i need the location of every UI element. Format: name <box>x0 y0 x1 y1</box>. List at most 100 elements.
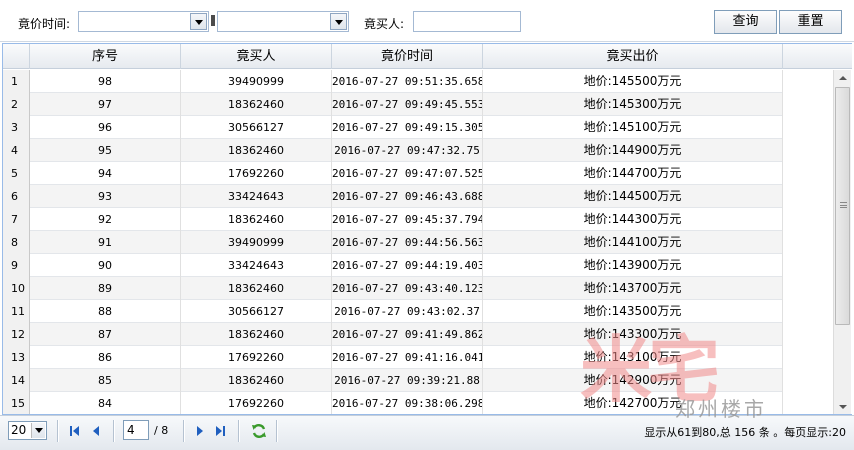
bid-price-cell: 地价:142700万元 <box>483 392 783 414</box>
bid-price-cell: 地价:143300万元 <box>483 323 783 346</box>
next-page-icon[interactable] <box>193 424 207 438</box>
table-row[interactable]: 15 84 17692260 2016-07-27 09:38:06.298 地价:14… <box>3 392 783 414</box>
seq-cell: 88 <box>30 300 181 323</box>
row-number-cell: 4 <box>3 139 30 162</box>
bid-time-to-select[interactable] <box>217 11 349 32</box>
bid-price-cell: 地价:145100万元 <box>483 116 783 139</box>
column-header-bid-price[interactable]: 竟买出价 <box>483 44 783 69</box>
bidder-cell: 39490999 <box>181 231 332 254</box>
seq-cell: 85 <box>30 369 181 392</box>
bidder-cell: 17692260 <box>181 346 332 369</box>
column-header-bid-time[interactable]: 竟价时间 <box>332 44 483 69</box>
divider <box>183 420 185 442</box>
bidder-cell: 33424643 <box>181 254 332 277</box>
bid-price-cell: 地价:144300万元 <box>483 208 783 231</box>
bidder-cell: 18362460 <box>181 277 332 300</box>
last-page-icon[interactable] <box>213 424 227 438</box>
bidder-input[interactable] <box>413 11 521 32</box>
bidder-cell: 17692260 <box>181 162 332 185</box>
current-page-value: 4 <box>127 423 135 437</box>
bid-time-cell: 2016-07-27 09:43:02.37 <box>332 300 483 323</box>
seq-cell: 97 <box>30 93 181 116</box>
table-row[interactable]: 10 89 18362460 2016-07-27 09:43:40.123 地价:14… <box>3 277 783 300</box>
vertical-scrollbar[interactable] <box>833 70 851 414</box>
bid-time-cell: 2016-07-27 09:44:56.563 <box>332 231 483 254</box>
prev-page-icon[interactable] <box>89 424 103 438</box>
column-header-seq[interactable]: 序号 <box>30 44 181 69</box>
row-number-cell: 7 <box>3 208 30 231</box>
current-page-input[interactable]: 4 <box>123 420 149 440</box>
bidder-cell: 30566127 <box>181 300 332 323</box>
bid-price-cell: 地价:145500万元 <box>483 70 783 93</box>
seq-cell: 86 <box>30 346 181 369</box>
bidder-cell: 18362460 <box>181 323 332 346</box>
scroll-down-arrow-icon[interactable] <box>834 399 851 414</box>
table-row[interactable]: 11 88 30566127 2016-07-27 09:43:02.37 地价:143… <box>3 300 783 323</box>
row-number-cell: 3 <box>3 116 30 139</box>
bid-time-cell: 2016-07-27 09:49:45.553 <box>332 93 483 116</box>
scroll-up-arrow-icon[interactable] <box>834 70 851 86</box>
seq-cell: 89 <box>30 277 181 300</box>
column-header-bidder[interactable]: 竟买人 <box>181 44 332 69</box>
divider <box>57 420 59 442</box>
bid-time-cell: 2016-07-27 09:51:35.658 <box>332 70 483 93</box>
first-page-icon[interactable] <box>68 424 82 438</box>
divider <box>276 420 278 442</box>
table-row[interactable]: 13 86 17692260 2016-07-27 09:41:16.041 地价:14… <box>3 346 783 369</box>
row-number-cell: 5 <box>3 162 30 185</box>
table-row[interactable]: 12 87 18362460 2016-07-27 09:41:49.862 地价:14… <box>3 323 783 346</box>
bidder-cell: 18362460 <box>181 139 332 162</box>
refresh-icon[interactable] <box>250 422 268 440</box>
table-row[interactable]: 1 98 39490999 2016-07-27 09:51:35.658 地价:145… <box>3 70 783 93</box>
divider <box>113 420 115 442</box>
chevron-down-icon[interactable] <box>190 13 207 30</box>
row-number-cell: 6 <box>3 185 30 208</box>
chevron-down-icon[interactable] <box>31 423 45 438</box>
bidder-cell: 39490999 <box>181 70 332 93</box>
row-number-cell: 8 <box>3 231 30 254</box>
row-number-cell: 2 <box>3 93 30 116</box>
page-size-select[interactable]: 20 <box>8 421 47 440</box>
scrollbar-thumb[interactable] <box>835 87 850 325</box>
row-number-cell: 14 <box>3 369 30 392</box>
table-row[interactable]: 8 91 39490999 2016-07-27 09:44:56.563 地价:144… <box>3 231 783 254</box>
pagination-bar: 20 4 / 8 显示从61到80,总 156 条 。每页显示:20 <box>0 415 854 450</box>
bidder-cell: 33424643 <box>181 185 332 208</box>
row-number-cell: 10 <box>3 277 30 300</box>
bid-price-cell: 地价:142900万元 <box>483 369 783 392</box>
bid-time-from-select[interactable] <box>78 11 209 32</box>
table-row[interactable]: 3 96 30566127 2016-07-27 09:49:15.305 地价:145… <box>3 116 783 139</box>
row-number-cell: 9 <box>3 254 30 277</box>
table-row[interactable]: 2 97 18362460 2016-07-27 09:49:45.553 地价:145… <box>3 93 783 116</box>
bid-time-cell: 2016-07-27 09:41:16.041 <box>332 346 483 369</box>
row-number-cell: 15 <box>3 392 30 414</box>
bid-records-grid: 序号 竟买人 竟价时间 竟买出价 1 98 39490999 2016-07-27 0… <box>2 43 852 415</box>
reset-button[interactable]: 重置 <box>779 10 842 34</box>
bid-time-cell: 2016-07-27 09:38:06.298 <box>332 392 483 414</box>
seq-cell: 96 <box>30 116 181 139</box>
grid-header: 序号 竟买人 竟价时间 竟买出价 <box>3 44 852 69</box>
table-row[interactable]: 5 94 17692260 2016-07-27 09:47:07.525 地价:144… <box>3 162 783 185</box>
table-row[interactable]: 7 92 18362460 2016-07-27 09:45:37.794 地价:144… <box>3 208 783 231</box>
bid-price-cell: 地价:144500万元 <box>483 185 783 208</box>
bid-time-cell: 2016-07-27 09:46:43.688 <box>332 185 483 208</box>
table-row[interactable]: 14 85 18362460 2016-07-27 09:39:21.88 地价:142… <box>3 369 783 392</box>
row-number-header <box>3 44 30 69</box>
bidder-label: 竟买人: <box>364 17 405 31</box>
table-row[interactable]: 9 90 33424643 2016-07-27 09:44:19.403 地价:143… <box>3 254 783 277</box>
row-number-cell: 11 <box>3 300 30 323</box>
table-row[interactable]: 4 95 18362460 2016-07-27 09:47:32.75 地价:1449… <box>3 139 783 162</box>
divider <box>238 420 240 442</box>
chevron-down-icon[interactable] <box>330 13 347 30</box>
bid-time-cell: 2016-07-27 09:45:37.794 <box>332 208 483 231</box>
query-button[interactable]: 查询 <box>714 10 777 34</box>
seq-cell: 87 <box>30 323 181 346</box>
grip-icon <box>840 202 847 208</box>
bid-time-cell: 2016-07-27 09:49:15.305 <box>332 116 483 139</box>
bidder-cell: 18362460 <box>181 369 332 392</box>
bidder-cell: 30566127 <box>181 116 332 139</box>
table-row[interactable]: 6 93 33424643 2016-07-27 09:46:43.688 地价:144… <box>3 185 783 208</box>
seq-cell: 90 <box>30 254 181 277</box>
bid-price-cell: 地价:144900万元 <box>483 139 783 162</box>
bid-time-cell: 2016-07-27 09:43:40.123 <box>332 277 483 300</box>
